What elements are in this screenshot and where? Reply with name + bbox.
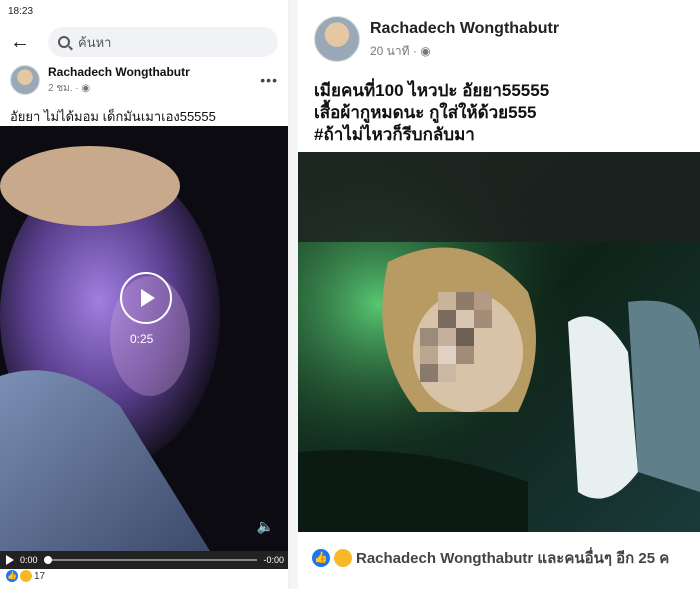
progress-knob[interactable] bbox=[43, 556, 52, 564]
more-icon[interactable]: ••• bbox=[260, 72, 278, 88]
search-placeholder: ค้นหา bbox=[78, 34, 112, 50]
avatar[interactable] bbox=[314, 16, 360, 62]
reaction-summary[interactable]: 👍 Rachadech Wongthabutr และคนอื่นๆ อีก 2… bbox=[312, 546, 669, 570]
video-controls: 0:00 -0:00 bbox=[0, 551, 288, 569]
play-icon[interactable] bbox=[120, 272, 172, 324]
back-arrow-icon[interactable]: ← bbox=[10, 31, 30, 54]
search-input[interactable]: ค้นหา bbox=[48, 27, 278, 57]
top-search-bar: ← ค้นหา bbox=[0, 22, 288, 62]
post-author[interactable]: Rachadech Wongthabutr bbox=[48, 65, 190, 79]
video-player[interactable]: 0:25 🔈 bbox=[0, 126, 288, 551]
post-photo[interactable] bbox=[298, 152, 700, 532]
time-current: 0:00 bbox=[20, 555, 38, 565]
reaction-count: 17 bbox=[34, 570, 46, 582]
volume-icon[interactable]: 🔈 bbox=[257, 518, 274, 535]
reactions-text: Rachadech Wongthabutr และคนอื่นๆ อีก 25 … bbox=[356, 550, 670, 567]
video-progress-bar[interactable] bbox=[43, 556, 258, 564]
post-header: Rachadech Wongthabutr 2 ชม. · ◉ ••• bbox=[0, 62, 288, 98]
post-caption: เมียคนที่100 ไหวปะ อัยยา55555 เสื้อผ้ากู… bbox=[314, 81, 550, 144]
globe-icon: ◉ bbox=[81, 82, 91, 94]
video-duration: 0:25 bbox=[130, 332, 154, 346]
play-icon[interactable] bbox=[6, 555, 14, 565]
status-time: 18:23 bbox=[8, 5, 34, 17]
post-time: 2 ชม. · bbox=[48, 82, 82, 94]
time-remaining: -0:00 bbox=[263, 555, 284, 565]
haha-icon bbox=[20, 570, 32, 582]
like-icon: 👍 bbox=[6, 570, 18, 582]
post-time: 20 นาที · bbox=[370, 44, 421, 58]
photo-frame bbox=[298, 152, 700, 532]
post-header: Rachadech Wongthabutr 20 นาที · ◉ bbox=[314, 16, 559, 62]
screenshot-root: 18:23 ▮▮▮ ← ค้นหา Rachadech Wongthabutr … bbox=[0, 0, 700, 589]
globe-icon: ◉ bbox=[420, 44, 431, 58]
status-bar: 18:23 ▮▮▮ bbox=[0, 0, 288, 22]
search-icon bbox=[58, 36, 70, 48]
reaction-summary[interactable]: 👍 17 bbox=[6, 570, 45, 582]
post-author[interactable]: Rachadech Wongthabutr bbox=[370, 20, 559, 38]
like-icon: 👍 bbox=[312, 549, 330, 567]
panel-divider bbox=[290, 0, 298, 589]
post-meta: 20 นาที · ◉ bbox=[370, 42, 559, 61]
right-post-screen: Rachadech Wongthabutr 20 นาที · ◉ เมียคน… bbox=[298, 0, 700, 589]
haha-icon bbox=[334, 549, 352, 567]
left-phone-screen: 18:23 ▮▮▮ ← ค้นหา Rachadech Wongthabutr … bbox=[0, 0, 290, 589]
avatar[interactable] bbox=[10, 65, 40, 95]
post-meta: 2 ชม. · ◉ bbox=[48, 81, 190, 96]
